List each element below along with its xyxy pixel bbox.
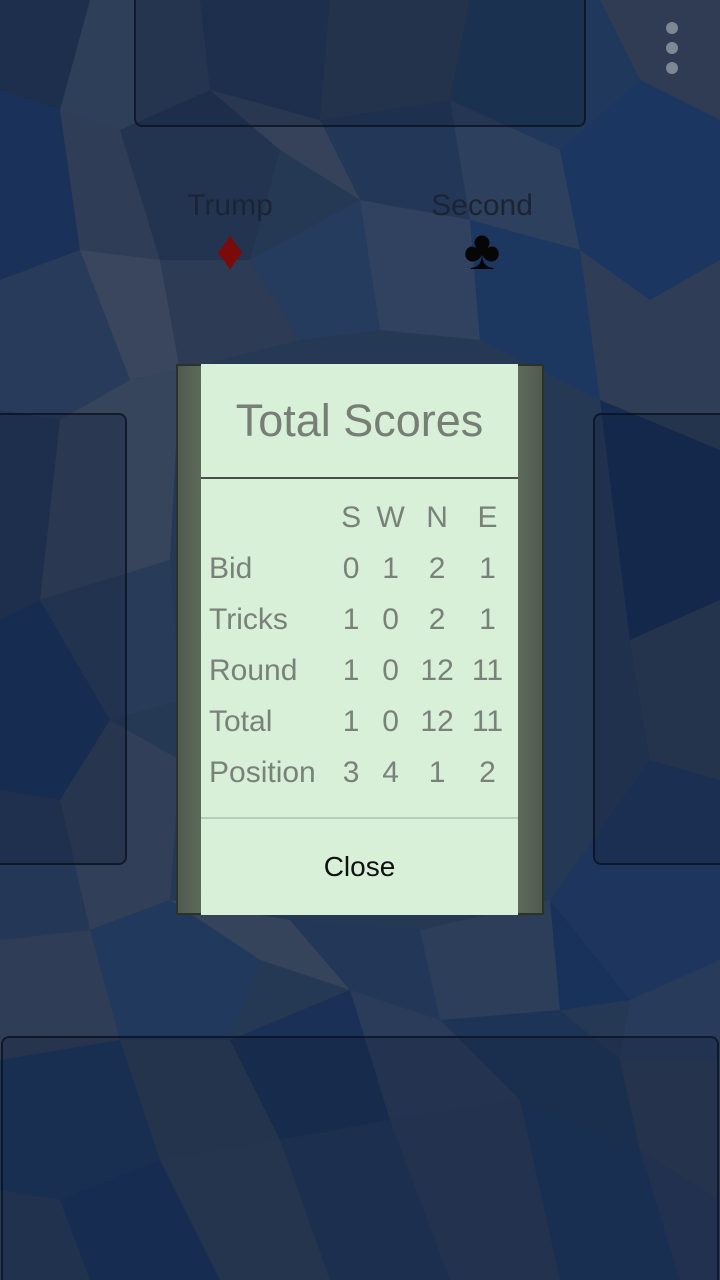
cell: 4 <box>382 755 399 789</box>
cell: 12 <box>420 653 454 687</box>
cell: 3 <box>342 755 360 789</box>
row-label: Bid <box>209 551 253 585</box>
table-row: Tricks 1 0 2 1 <box>207 594 518 645</box>
cell: 0 <box>382 704 399 738</box>
cell: 0 <box>342 551 360 585</box>
header-east: E <box>477 500 498 534</box>
table-row: Bid 0 1 2 1 <box>207 543 518 594</box>
row-label: Position <box>209 755 316 789</box>
cell: 0 <box>382 653 399 687</box>
west-hand-area <box>0 413 127 865</box>
close-button[interactable]: Close <box>201 819 518 915</box>
header-blank <box>207 492 338 543</box>
row-label: Round <box>209 653 298 687</box>
menu-dot <box>666 22 678 34</box>
total-scores-dialog: Total Scores S W N E Bid 0 1 2 1 Tricks … <box>201 364 518 915</box>
north-hand-area <box>134 0 586 127</box>
cell: 1 <box>428 755 446 789</box>
menu-dot <box>666 42 678 54</box>
cell: 12 <box>420 704 454 738</box>
cell: 11 <box>471 653 504 687</box>
title-divider <box>201 477 518 479</box>
row-label: Total <box>209 704 273 738</box>
diamond-suit-icon: ♦ <box>215 218 245 281</box>
club-suit-icon: ♣ <box>463 218 501 281</box>
cell: 1 <box>479 551 496 585</box>
more-vertical-icon[interactable] <box>660 20 684 76</box>
cell: 1 <box>342 704 360 738</box>
header-west: W <box>376 500 405 534</box>
cell: 1 <box>342 602 360 636</box>
cell: 2 <box>428 602 446 636</box>
scores-table: S W N E Bid 0 1 2 1 Tricks 1 0 2 1 Round… <box>207 492 518 798</box>
cell: 0 <box>382 602 399 636</box>
header-south: S <box>341 500 362 534</box>
east-hand-area <box>593 413 720 865</box>
cell: 1 <box>479 602 496 636</box>
cell: 1 <box>342 653 360 687</box>
table-row: Position 3 4 1 2 <box>207 747 518 798</box>
cell: 2 <box>428 551 446 585</box>
table-row: Total 1 0 12 11 <box>207 696 518 747</box>
menu-dot <box>666 62 678 74</box>
header-north: N <box>426 500 448 534</box>
dialog-title: Total Scores <box>235 395 484 446</box>
cell: 1 <box>382 551 399 585</box>
row-label: Tricks <box>209 602 288 636</box>
south-hand-area <box>1 1036 719 1280</box>
cell: 2 <box>479 755 496 789</box>
table-row: Round 1 0 12 11 <box>207 645 518 696</box>
cell: 11 <box>471 704 504 738</box>
table-header-row: S W N E <box>207 492 518 543</box>
